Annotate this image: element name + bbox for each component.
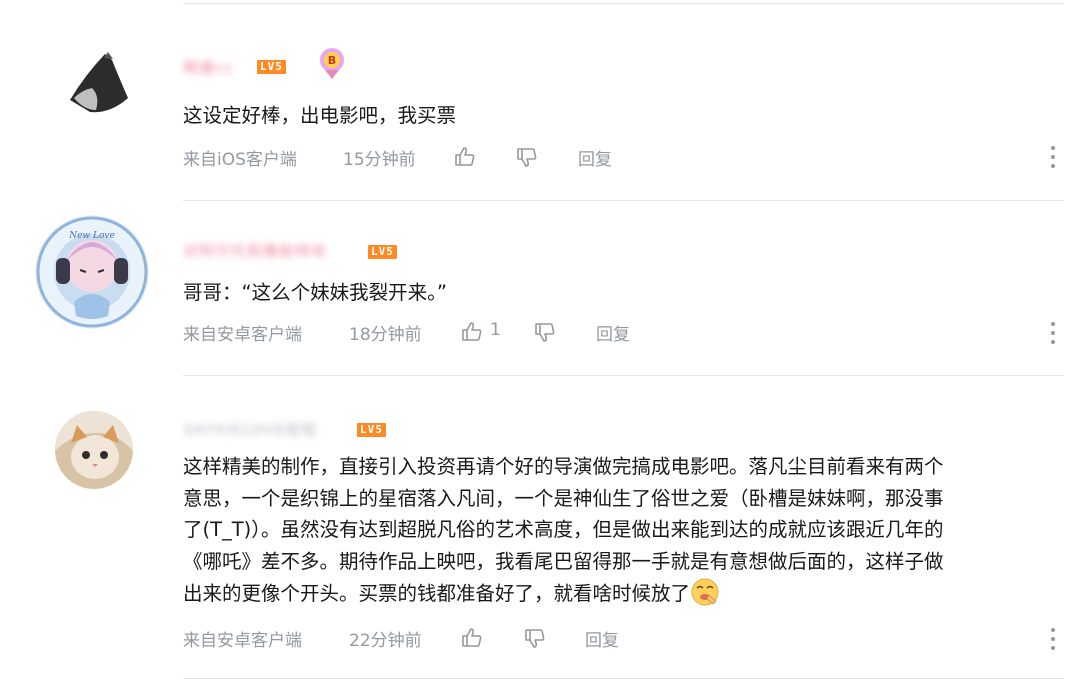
- dislike-icon[interactable]: [515, 145, 539, 169]
- level-badge: LV5: [368, 245, 397, 259]
- more-icon[interactable]: [1050, 628, 1056, 650]
- comment-line: 《哪吒》差不多。期待作品上映吧，我看尾巴留得那一手就是有意想做后面的，这样子做: [183, 549, 944, 573]
- reply-button[interactable]: 回复: [585, 626, 619, 651]
- dislike-icon[interactable]: [533, 320, 557, 344]
- comment-line: 哥哥：“这么个妹妹我裂开来。”: [183, 281, 447, 304]
- source-label: 来自安卓客户端: [183, 325, 302, 345]
- time-label: 18分钟前: [349, 325, 422, 345]
- comment-line: 出来的更像个开头。买票的钱都准备好了，就看啥时候放了: [183, 582, 691, 605]
- divider: [183, 200, 1064, 201]
- level-badge: LV5: [257, 60, 286, 74]
- avatar[interactable]: [55, 411, 133, 489]
- avatar[interactable]: New Love: [34, 214, 150, 330]
- like-count: 1: [490, 320, 501, 340]
- avatar-image: [60, 40, 138, 118]
- avatar-image: New Love: [35, 215, 149, 329]
- svg-text:B: B: [328, 54, 336, 67]
- comment-content: 哥哥：“这么个妹妹我裂开来。”: [183, 277, 447, 309]
- username[interactable]: 啊唐cc: [183, 57, 234, 78]
- comment-line: 这设定好棒，出电影吧，我买票: [183, 104, 457, 127]
- comment-line: 这样精美的制作，直接引入投资再请个好的导演做完搞成电影吧。落凡尘目前看来有两个: [183, 455, 944, 478]
- username[interactable]: SHYKIELOVE呢呢: [183, 419, 318, 440]
- username[interactable]: 对阿尔托莉雅胎特攻: [183, 240, 327, 261]
- comment-content: 这设定好棒，出电影吧，我买票: [183, 100, 456, 132]
- source-label: 来自安卓客户端: [183, 631, 302, 651]
- level-badge: LV5: [357, 423, 386, 437]
- avatar-image: [55, 411, 133, 489]
- like-icon[interactable]: [460, 320, 484, 344]
- more-icon[interactable]: [1050, 146, 1056, 168]
- reply-button[interactable]: 回复: [596, 320, 630, 345]
- dislike-icon[interactable]: [523, 626, 547, 650]
- comment-line: 了(T_T)）。虽然没有达到超脱凡俗的艺术高度，但是做出来能到达的成就应该跟近几…: [183, 518, 944, 541]
- time-label: 22分钟前: [349, 631, 422, 651]
- like-icon[interactable]: [453, 145, 477, 169]
- like-icon[interactable]: [460, 626, 484, 650]
- divider: [183, 678, 1064, 679]
- comment-content: 这样精美的制作，直接引入投资再请个好的导演做完搞成电影吧。落凡尘目前看来有两个 …: [183, 451, 944, 617]
- avatar[interactable]: [60, 40, 138, 118]
- comment-line: 意思，一个是织锦上的星宿落入凡间，一个是神仙生了俗世之爱（卧槽是妹妹啊，那没事: [183, 486, 944, 510]
- emoji-icon: [690, 577, 720, 617]
- reply-button[interactable]: 回复: [578, 145, 612, 170]
- time-label: 15分钟前: [343, 150, 416, 170]
- source-label: 来自iOS客户端: [183, 150, 297, 170]
- medal-icon: B: [317, 46, 347, 80]
- more-icon[interactable]: [1050, 322, 1056, 344]
- svg-text:New Love: New Love: [68, 231, 115, 241]
- comment-item: 啊唐cc LV5 B 这设定好棒，出电影吧，我买票 来自iOS客户端 15分钟前…: [0, 0, 1080, 200]
- divider: [183, 375, 1064, 376]
- comment-line-last: 出来的更像个开头。买票的钱都准备好了，就看啥时候放了: [183, 577, 944, 617]
